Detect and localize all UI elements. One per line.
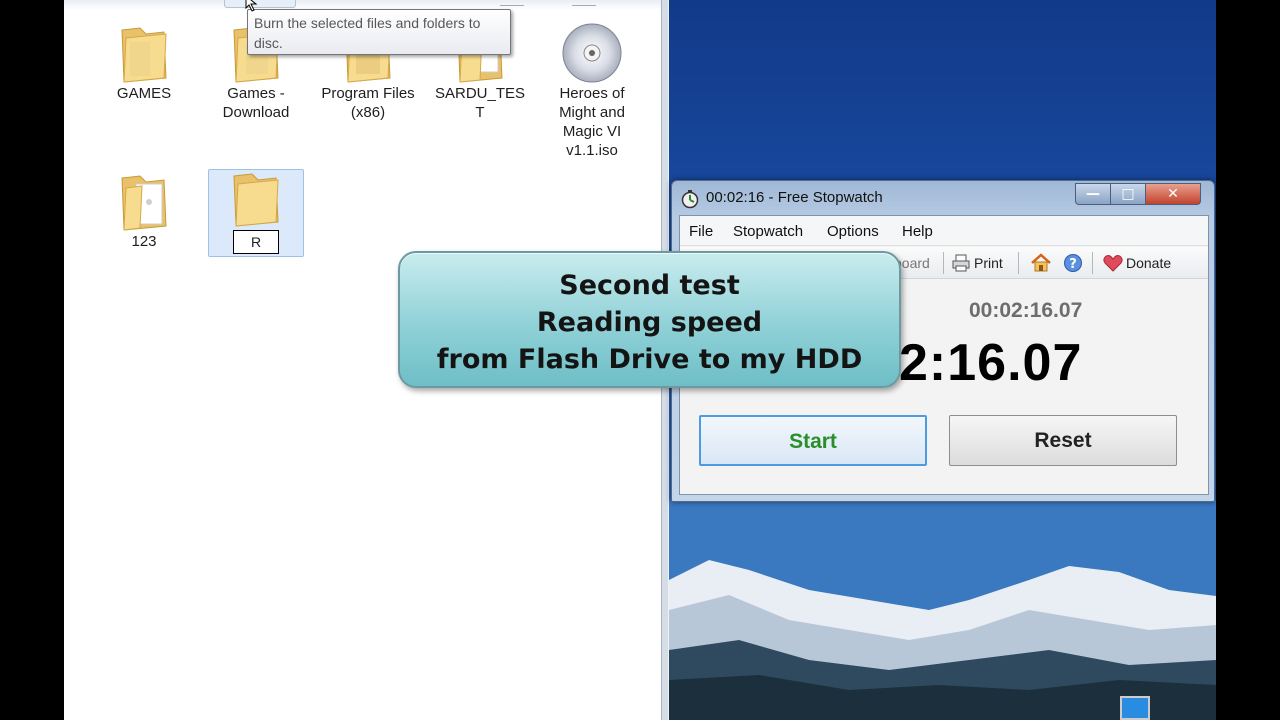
mouse-cursor-icon	[245, 0, 258, 12]
toolbar-button[interactable]	[572, 0, 596, 6]
annotation-callout: Second test Reading speed from Flash Dri…	[398, 251, 901, 388]
item-label: Heroes of Might and Magic VI v1.1.iso	[559, 85, 625, 159]
item-label: 123	[131, 233, 157, 250]
print-button[interactable]: Print	[974, 255, 1003, 271]
donate-button[interactable]: Donate	[1126, 255, 1171, 271]
menu-bar: File Stopwatch Options Help	[680, 216, 1208, 246]
minimize-button[interactable]: —	[1075, 183, 1111, 205]
stopwatch-titlebar[interactable]: 00:02:16 - Free Stopwatch — □ ✕	[672, 181, 1214, 215]
rename-input[interactable]: R	[233, 230, 279, 254]
item-label: GAMES	[116, 85, 172, 102]
letterbox-left	[0, 0, 64, 720]
item-label: Program Files (x86)	[321, 85, 415, 121]
heart-icon[interactable]	[1103, 254, 1123, 272]
main-time-display: 2:16.07	[899, 334, 1083, 392]
home-icon[interactable]	[1030, 252, 1052, 274]
printer-icon[interactable]	[951, 253, 971, 273]
maximize-button[interactable]: □	[1110, 183, 1146, 205]
window-title: 00:02:16 - Free Stopwatch	[706, 189, 883, 206]
folder-item-123[interactable]: 123	[96, 170, 192, 251]
letterbox-right	[1216, 0, 1280, 720]
mountain-wallpaper	[669, 500, 1216, 720]
folder-icon	[121, 175, 167, 231]
file-item-heroes-iso[interactable]: Heroes of Might and Magic VI v1.1.iso	[544, 22, 640, 160]
burn-tooltip: Burn the selected files and folders to d…	[247, 9, 511, 55]
stopwatch-app-icon	[681, 190, 699, 209]
toolbar-button[interactable]	[500, 0, 524, 6]
callout-line-1: Second test	[559, 270, 740, 301]
help-icon[interactable]: ?	[1063, 253, 1083, 273]
folder-icon	[233, 173, 279, 227]
close-button[interactable]: ✕	[1145, 183, 1201, 205]
tray-window-icon[interactable]	[1120, 696, 1150, 720]
disc-image-icon	[562, 23, 622, 83]
lap-time-display: 00:02:16.07	[969, 299, 1083, 322]
callout-line-2: Reading speed	[536, 307, 763, 338]
reset-button[interactable]: Reset	[949, 415, 1177, 466]
item-label: Games - Download	[222, 85, 290, 121]
menu-file[interactable]: File	[689, 223, 713, 240]
menu-help[interactable]: Help	[902, 223, 933, 240]
menu-stopwatch[interactable]: Stopwatch	[733, 223, 803, 240]
menu-options[interactable]: Options	[827, 223, 879, 240]
toolbar-separator	[943, 252, 944, 274]
start-button[interactable]: Start	[699, 415, 927, 466]
folder-icon	[121, 27, 167, 83]
toolbar-separator	[1092, 252, 1093, 274]
item-label: SARDU_TEST	[434, 85, 526, 121]
folder-item-games[interactable]: GAMES	[96, 22, 192, 103]
folder-item-r[interactable]: R	[208, 169, 304, 257]
callout-line-3: from Flash Drive to my HDD	[436, 344, 863, 375]
svg-text:?: ?	[1069, 257, 1077, 272]
toolbar-separator	[1018, 252, 1019, 274]
